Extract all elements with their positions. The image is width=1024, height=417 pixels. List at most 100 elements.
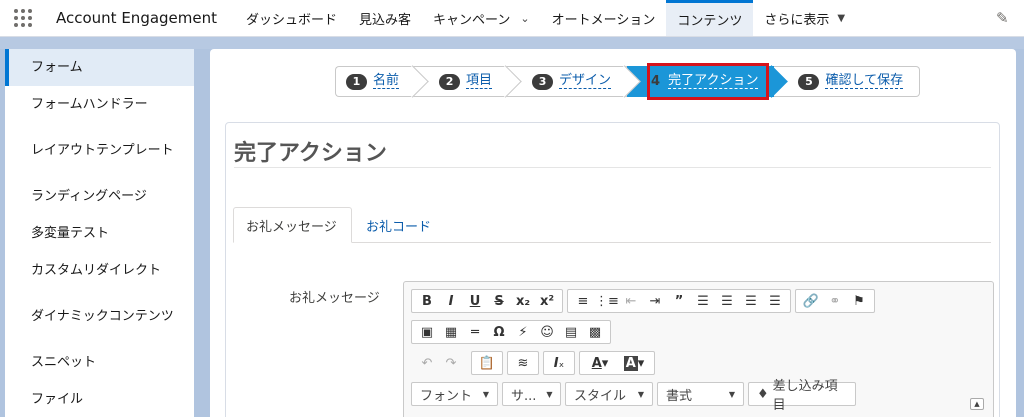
bulleted-list-icon[interactable]: ⋮≡ [595,290,619,312]
remove-format-icon[interactable]: Iₓ [547,352,571,374]
step-number: 4 [651,74,661,89]
sidebar-item-snippets[interactable]: スニペット [5,344,194,381]
step-label: 完了アクション [668,73,759,89]
global-nav-bar: Account Engagement ダッシュボード 見込み客 キャンペーン ⌄ … [0,0,1024,37]
horizontal-line-icon[interactable]: ═ [463,321,487,343]
format-dropdown[interactable]: 書式 ▼ [657,382,744,406]
nav-tab-label: キャンペーン [433,12,511,28]
nav-tab-campaigns[interactable]: キャンペーン ⌄ [422,0,541,36]
outdent-icon[interactable]: ⇤ [619,290,643,312]
completion-actions-card: 完了アクション お礼メッセージ お礼コード お礼メッセージ B I U S x₂… [225,122,1000,417]
sidebar-item-label: ダイナミックコンテンツ [31,308,174,324]
subscript-icon[interactable]: x₂ [511,290,535,312]
justify-icon[interactable]: ☰ [763,290,787,312]
indent-icon[interactable]: ⇥ [643,290,667,312]
sidebar-item-multivariate-tests[interactable]: 多変量テスト [5,215,194,252]
caret-down-icon: ▼ [546,389,553,399]
template-icon[interactable]: ▩ [583,321,607,343]
nav-tab-label: コンテンツ [677,14,743,29]
toolbar-row: フォント ▼ サ... ▼ スタイル ▼ 書式 ▼ ♦ 差し込み項目 [411,379,856,413]
sidebar-item-label: ランディングページ [31,188,147,204]
font-dropdown[interactable]: フォント ▼ [411,382,498,406]
special-character-icon[interactable]: Ω [487,321,511,343]
sidebar-item-custom-redirects[interactable]: カスタムリダイレクト [5,252,194,289]
caret-down-icon: ▼ [728,389,735,399]
merge-fields-button[interactable]: ♦ 差し込み項目 [748,379,856,413]
text-color-icon[interactable]: A ▾ [583,352,617,374]
nav-tab-automation[interactable]: オートメーション [541,0,667,36]
nav-tab-label: オートメーション [551,12,656,28]
dropdown-label: フォント [420,388,473,404]
superscript-icon[interactable]: x² [535,290,559,312]
wizard-step-confirm-save[interactable]: 5 確認して保存 [774,66,921,97]
strikethrough-icon[interactable]: S [487,290,511,312]
toolbar-row: ↶ ↷ 📋 ≋ Iₓ A ▾ A ▾ [411,351,655,375]
nav-tab-prospects[interactable]: 見込み客 [348,0,422,36]
image-icon[interactable]: ▣ [415,321,439,343]
link-icon[interactable]: 🔗 [799,290,823,312]
tag-icon: ♦ [757,386,769,402]
page-break-icon[interactable]: ▤ [559,321,583,343]
unlink-icon[interactable]: ⚭ [823,290,847,312]
toolbar-group-paragraph: ≡ ⋮≡ ⇤ ⇥ ” ☰ ☰ ☰ ☰ [567,289,791,313]
toolbar-row: ▣ ▦ ═ Ω ⚡ ☺ ▤ ▩ [411,320,611,344]
step-number: 2 [439,73,461,90]
bold-icon[interactable]: B [415,290,439,312]
sidebar-item-form-handlers[interactable]: フォームハンドラー [5,86,194,123]
nav-tab-dashboard[interactable]: ダッシュボード [235,0,348,36]
form-wizard-steps: 1 名前 2 項目 3 デザイン 4 完了アクション 5 確認して保存 [335,65,921,98]
rich-text-editor[interactable]: B I U S x₂ x² ≡ ⋮≡ ⇤ ⇥ ” ☰ ☰ ☰ ☰ 🔗 ⚭ ⚑ ▣… [403,281,994,417]
step-number: 3 [532,73,554,90]
wizard-step-name[interactable]: 1 名前 [335,65,429,98]
size-dropdown[interactable]: サ... ▼ [502,382,561,406]
content-sidebar: フォーム フォームハンドラー レイアウトテンプレート ランディングページ 多変量… [5,49,194,417]
caret-down-icon: ▼ [837,12,846,24]
align-center-icon[interactable]: ☰ [715,290,739,312]
app-launcher-button[interactable] [0,0,46,36]
paste-icon[interactable]: 📋 [475,352,499,374]
edit-nav-pencil-icon[interactable]: ✎ [996,10,1012,26]
align-left-icon[interactable]: ☰ [691,290,715,312]
background-color-icon[interactable]: A ▾ [617,352,651,374]
toolbar-group-clear: Iₓ [543,351,575,375]
smiley-icon[interactable]: ☺ [535,321,559,343]
toolbar-group-links: 🔗 ⚭ ⚑ [795,289,875,313]
style-dropdown[interactable]: スタイル ▼ [565,382,653,406]
chevron-down-icon[interactable]: ⌄ [520,12,529,25]
merge-fields-label: 差し込み項目 [772,379,838,413]
source-settings-icon[interactable]: ≋ [511,352,535,374]
toolbar-group-insert: ▣ ▦ ═ Ω ⚡ ☺ ▤ ▩ [411,320,611,344]
section-title: 完了アクション [234,141,387,166]
wizard-step-completion-actions[interactable]: 4 完了アクション [627,65,789,98]
sidebar-item-label: 多変量テスト [31,225,110,241]
sidebar-item-dynamic-content[interactable]: ダイナミックコンテンツ [5,289,194,344]
nav-tab-label: 見込み客 [359,12,412,28]
underline-icon[interactable]: U [463,290,487,312]
table-icon[interactable]: ▦ [439,321,463,343]
tab-label: お礼コード [366,219,432,235]
nav-tab-label: さらに表示 [764,12,830,28]
toolbar-group-clipboard: 📋 [471,351,503,375]
dropdown-label: スタイル [574,388,627,404]
blockquote-icon[interactable]: ” [667,290,691,312]
nav-tabs: ダッシュボード 見込み客 キャンペーン ⌄ オートメーション コンテンツ さらに表… [235,0,856,36]
flash-icon[interactable]: ⚡ [511,321,535,343]
divider [234,167,991,168]
nav-tab-content[interactable]: コンテンツ [666,0,754,36]
sidebar-item-landing-pages[interactable]: ランディングページ [5,178,194,215]
numbered-list-icon[interactable]: ≡ [571,290,595,312]
collapse-toolbar-icon[interactable]: ▲ [970,398,984,410]
undo-icon[interactable]: ↶ [415,352,439,374]
tab-thank-you-code[interactable]: お礼コード [354,207,443,243]
nav-tab-more[interactable]: さらに表示 ▼ [753,0,856,36]
align-right-icon[interactable]: ☰ [739,290,763,312]
anchor-flag-icon[interactable]: ⚑ [847,290,871,312]
italic-icon[interactable]: I [439,290,463,312]
wizard-step-fields[interactable]: 2 項目 [415,65,522,98]
wizard-step-design[interactable]: 3 デザイン [508,65,641,98]
tab-thank-you-message[interactable]: お礼メッセージ [233,207,352,243]
sidebar-item-forms[interactable]: フォーム [5,49,194,86]
redo-icon[interactable]: ↷ [439,352,463,374]
sidebar-item-files[interactable]: ファイル [5,381,194,417]
sidebar-item-layout-templates[interactable]: レイアウトテンプレート [5,123,194,178]
